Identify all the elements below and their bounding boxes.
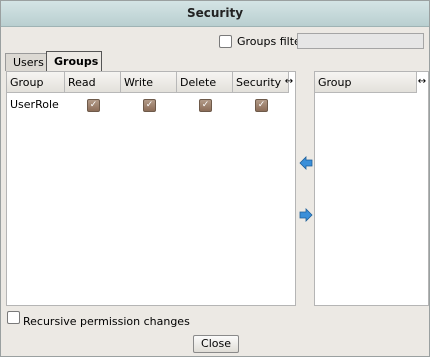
tab-groups[interactable]: Groups xyxy=(46,51,102,71)
column-header-available-group[interactable]: Group xyxy=(315,72,417,93)
write-checkbox[interactable]: ✓ xyxy=(143,99,156,112)
column-header-group[interactable]: Group xyxy=(7,72,65,93)
available-groups-table: Group ↔ xyxy=(314,71,429,306)
column-header-write[interactable]: Write xyxy=(121,72,177,93)
column-resize-icon[interactable]: ↔ xyxy=(283,72,295,93)
groups-filter-checkbox[interactable] xyxy=(219,35,232,48)
column-header-security[interactable]: Security xyxy=(233,72,289,93)
delete-checkbox[interactable]: ✓ xyxy=(199,99,212,112)
read-checkbox[interactable]: ✓ xyxy=(87,99,100,112)
column-resize-icon[interactable]: ↔ xyxy=(416,72,428,93)
security-dialog: Security Groups filter Users Groups Grou… xyxy=(0,0,430,357)
groups-filter-row: Groups filter xyxy=(1,33,429,51)
move-right-arrow-icon[interactable] xyxy=(299,208,313,222)
column-header-read[interactable]: Read xyxy=(65,72,121,93)
group-name-cell: UserRole xyxy=(10,98,59,111)
security-checkbox[interactable]: ✓ xyxy=(255,99,268,112)
recursive-permission-checkbox[interactable] xyxy=(7,311,20,324)
dialog-title: Security xyxy=(1,1,429,27)
groups-filter-label: Groups filter xyxy=(237,35,306,48)
close-button[interactable]: Close xyxy=(193,335,239,353)
tab-users[interactable]: Users xyxy=(5,53,47,71)
column-header-delete[interactable]: Delete xyxy=(177,72,233,93)
recursive-permission-label: Recursive permission changes xyxy=(23,315,190,328)
table-row[interactable]: UserRole ✓ ✓ ✓ ✓ xyxy=(7,96,295,114)
move-left-arrow-icon[interactable] xyxy=(299,156,313,170)
groups-filter-input[interactable] xyxy=(297,33,424,49)
permissions-table: Group Read Write Delete Security ↔ UserR… xyxy=(6,71,296,306)
